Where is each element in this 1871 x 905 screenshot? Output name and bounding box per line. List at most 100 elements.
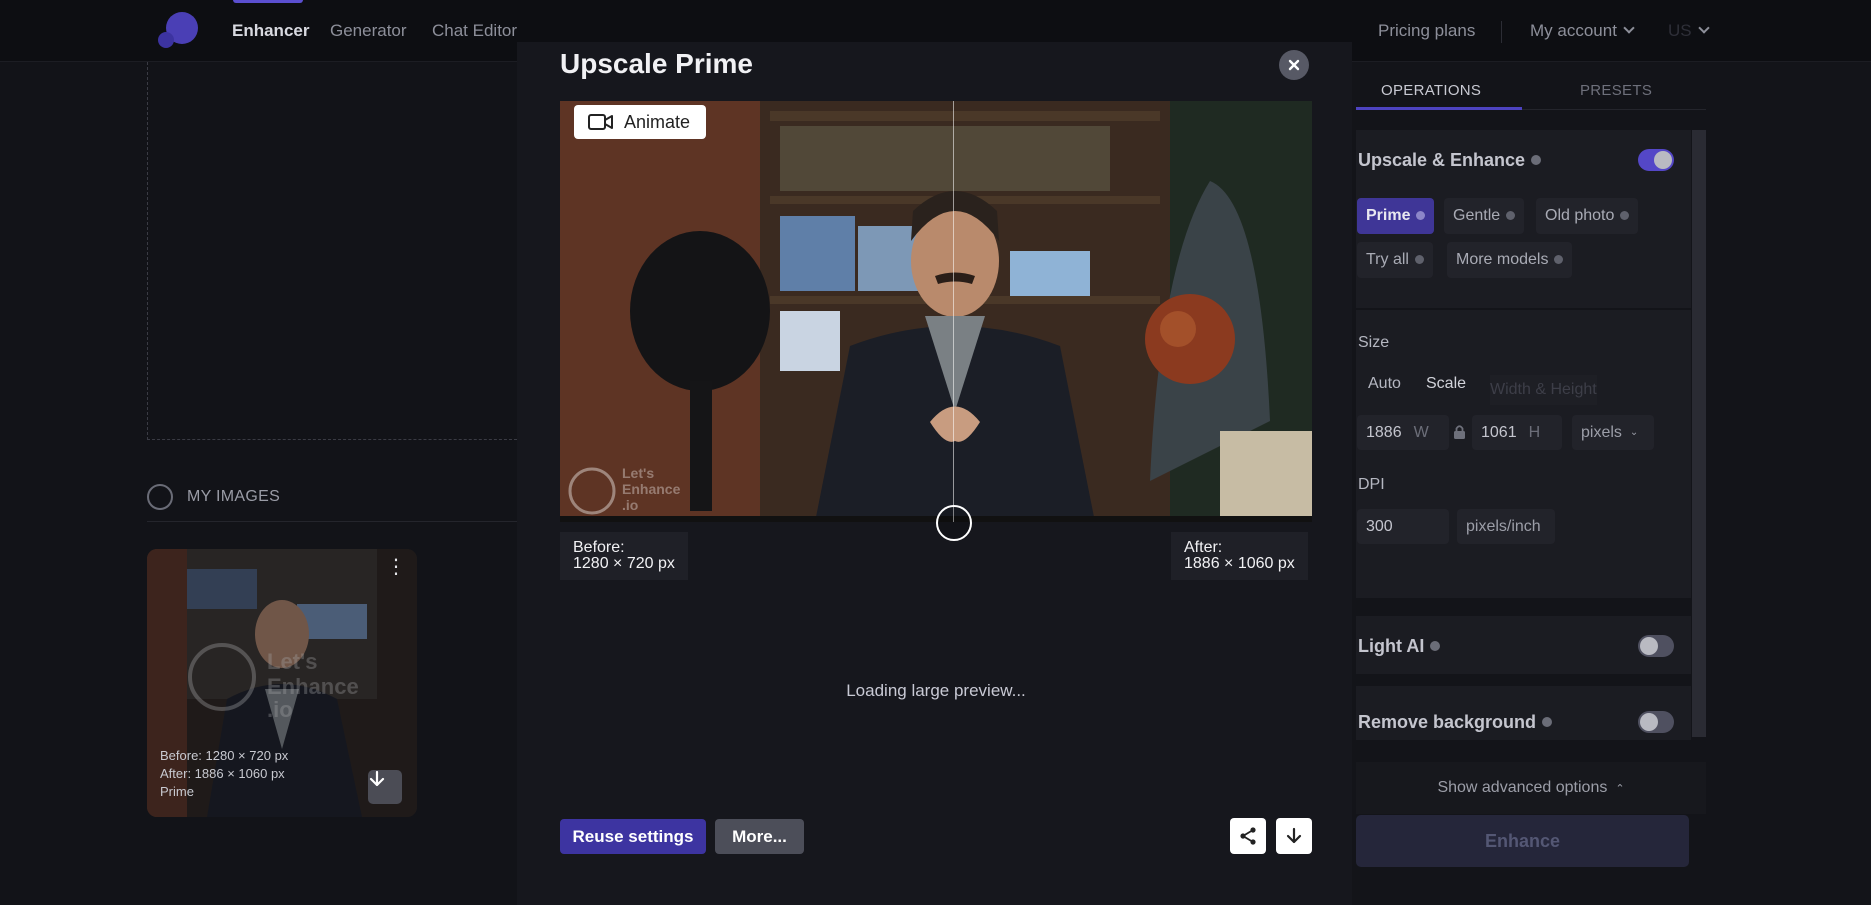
upload-dropzone[interactable] [147, 62, 517, 440]
download-button[interactable] [368, 770, 402, 804]
height-unit: H [1528, 423, 1541, 441]
watermark-line-1: Let's [622, 465, 654, 481]
download-icon [1286, 827, 1302, 844]
nav-enhancer[interactable]: Enhancer [232, 21, 309, 41]
loading-status: Loading large preview... [846, 681, 1026, 700]
watermark-line-2: Enhance [622, 481, 681, 497]
watermark-line-3: .io [622, 497, 638, 513]
modal-title: Upscale Prime [560, 48, 753, 79]
remove-bg-toggle[interactable] [1638, 711, 1674, 733]
compare-handle[interactable] [936, 505, 972, 541]
lock-icon[interactable] [1453, 424, 1466, 440]
light-ai-title: Light AI [1358, 636, 1441, 657]
info-icon[interactable] [1416, 210, 1426, 220]
more-vert-icon[interactable]: ⋮ [386, 557, 406, 587]
after-value: 1886 × 1060 px [1184, 555, 1295, 572]
my-account-menu[interactable]: My account [1530, 21, 1635, 41]
compare-divider[interactable] [953, 101, 954, 522]
thumb-before: Before: 1280 × 720 px [160, 748, 289, 763]
width-unit: W [1413, 423, 1429, 441]
show-advanced-options[interactable]: Show advanced options ⌃ [1356, 762, 1706, 814]
model-label: Old photo [1545, 207, 1615, 224]
model-label: Gentle [1453, 207, 1501, 224]
nav-chat-editor[interactable]: Chat Editor [432, 21, 517, 41]
model-prime[interactable]: Prime [1357, 198, 1435, 234]
upscale-title-label: Upscale & Enhance [1358, 150, 1526, 170]
dpi-value: 300 [1366, 517, 1393, 535]
logo[interactable] [158, 12, 198, 52]
download-icon [369, 770, 385, 787]
before-value: 1280 × 720 px [573, 555, 675, 572]
after-dimensions: After: 1886 × 1060 px [1171, 532, 1308, 580]
dpi-input[interactable]: 300 [1357, 509, 1449, 544]
size-auto-option[interactable]: Auto [1368, 375, 1401, 393]
pricing-plans-link[interactable]: Pricing plans [1378, 21, 1475, 41]
light-ai-label: Light AI [1358, 636, 1425, 656]
size-width-height-option[interactable]: Width & Height [1490, 375, 1597, 405]
my-account-label: My account [1530, 21, 1617, 40]
model-gentle[interactable]: Gentle [1444, 198, 1525, 234]
app-root: Enhancer Generator Chat Editor Pricing p… [0, 0, 1871, 905]
divider [1501, 21, 1502, 43]
model-label: Prime [1366, 207, 1411, 224]
close-button[interactable] [1279, 50, 1309, 80]
nav-active-indicator [233, 0, 303, 3]
tab-operations[interactable]: OPERATIONS [1381, 82, 1481, 99]
info-icon[interactable] [1620, 210, 1630, 220]
upscale-title: Upscale & Enhance [1358, 150, 1542, 171]
info-icon[interactable] [1554, 254, 1564, 264]
nav-generator[interactable]: Generator [330, 21, 407, 41]
enhance-button[interactable]: Enhance [1356, 815, 1689, 867]
toggle-knob [1640, 637, 1658, 655]
animate-button[interactable]: Animate [574, 105, 706, 139]
share-icon [1240, 827, 1256, 845]
after-label: After: [1184, 539, 1223, 556]
preview-image: Let's Enhance .io [560, 101, 1312, 522]
advanced-label: Show advanced options [1437, 779, 1608, 796]
comparison-preview[interactable]: Let's Enhance .io [560, 101, 1312, 522]
before-dimensions: Before: 1280 × 720 px [560, 532, 688, 580]
share-button[interactable] [1230, 818, 1266, 854]
more-button[interactable]: More... [715, 819, 804, 854]
model-old-photo[interactable]: Old photo [1536, 198, 1639, 234]
thumb-after: After: 1886 × 1060 px [160, 766, 285, 781]
language-label: US [1668, 21, 1692, 40]
size-card [1356, 310, 1691, 598]
upscale-toggle[interactable] [1638, 149, 1674, 171]
light-ai-toggle[interactable] [1638, 635, 1674, 657]
info-icon[interactable] [1414, 254, 1424, 264]
panel-scrollbar[interactable] [1692, 130, 1706, 737]
download-button[interactable] [1276, 818, 1312, 854]
thumb-model: Prime [160, 784, 194, 799]
my-images-label: MY IMAGES [187, 488, 281, 505]
width-input[interactable]: 1886 W [1357, 415, 1449, 450]
select-all-checkbox[interactable] [147, 484, 173, 510]
close-icon [1288, 59, 1300, 71]
info-icon[interactable] [1430, 641, 1441, 651]
height-value: 1061 [1481, 423, 1517, 441]
model-more-models[interactable]: More models [1447, 242, 1573, 278]
dpi-unit: pixels/inch [1457, 509, 1555, 544]
info-icon[interactable] [1542, 717, 1553, 727]
model-label: More models [1456, 251, 1549, 268]
image-card[interactable]: Let's Enhance .io ⋮ Before: 1280 × 720 p… [147, 549, 417, 817]
info-icon[interactable] [1506, 210, 1516, 220]
size-label: Size [1358, 334, 1390, 351]
reuse-settings-button[interactable]: Reuse settings [560, 819, 706, 854]
dpi-label: DPI [1358, 476, 1385, 493]
width-value: 1886 [1366, 423, 1402, 441]
remove-bg-label: Remove background [1358, 712, 1537, 732]
units-select[interactable]: pixels ⌄ [1572, 415, 1654, 450]
model-try-all[interactable]: Try all [1357, 242, 1433, 278]
my-images-header[interactable]: MY IMAGES [147, 482, 280, 512]
height-input[interactable]: 1061 H [1472, 415, 1562, 450]
toggle-knob [1640, 713, 1658, 731]
info-icon[interactable] [1531, 155, 1542, 165]
language-menu[interactable]: US [1668, 21, 1710, 41]
units-label: pixels [1581, 423, 1622, 441]
size-scale-option[interactable]: Scale [1426, 375, 1466, 393]
remove-bg-title: Remove background [1358, 712, 1553, 733]
thumbnail-meta: Before: 1280 × 720 px After: 1886 × 1060… [160, 747, 288, 801]
tab-presets[interactable]: PRESETS [1580, 82, 1652, 99]
toggle-knob [1654, 151, 1672, 169]
